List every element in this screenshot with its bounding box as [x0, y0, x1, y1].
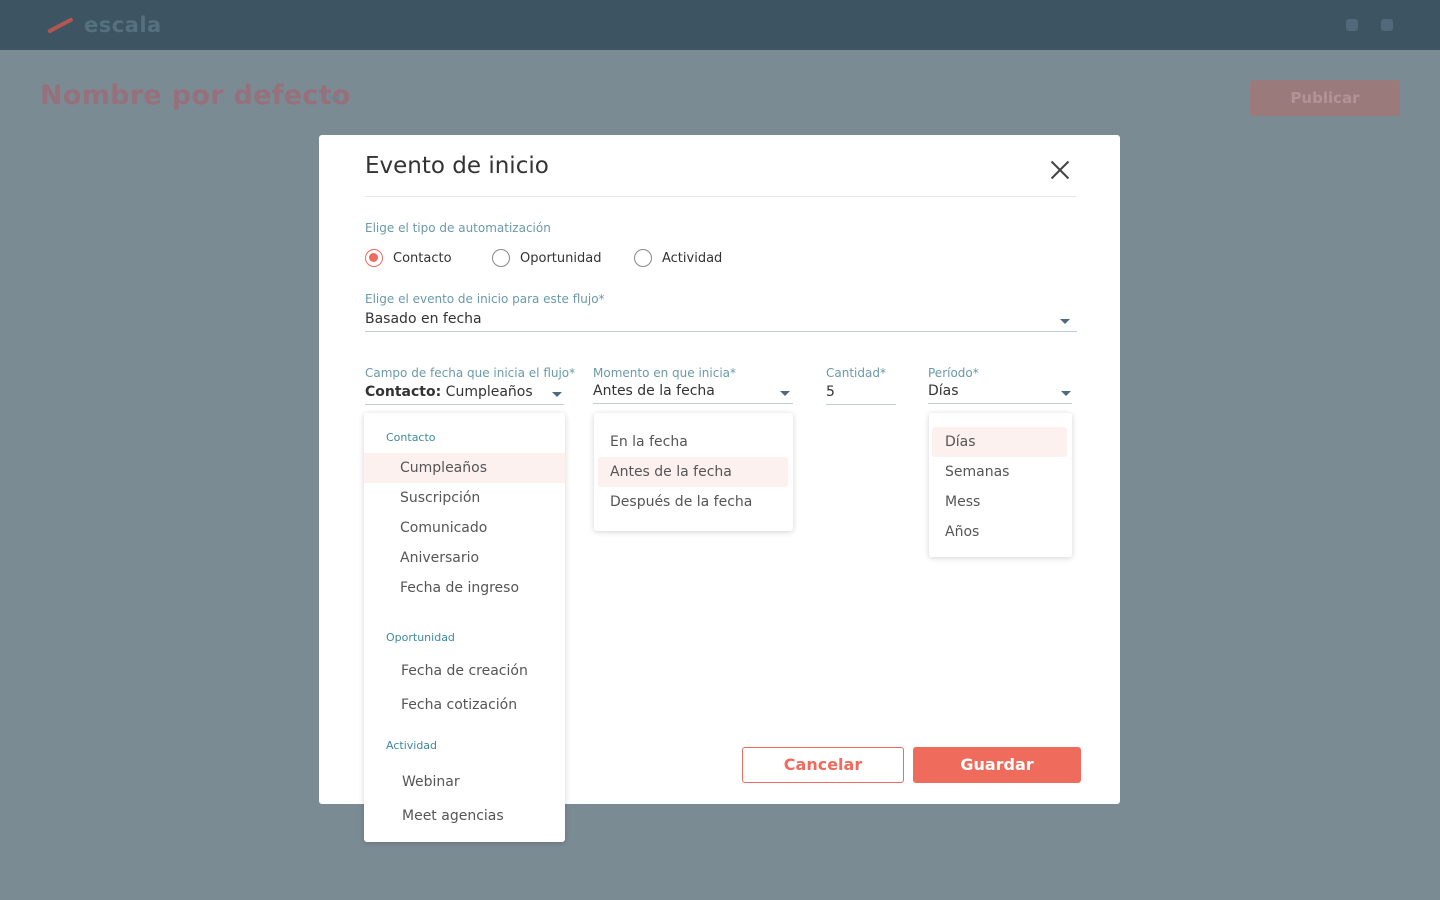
dropdown-item-dias[interactable]: Días: [932, 427, 1067, 457]
caret-down-icon: [1061, 391, 1071, 396]
period-value: Días: [928, 383, 959, 399]
dropdown-group-contacto: Contacto: [386, 431, 436, 444]
radio-unchecked-icon[interactable]: [634, 249, 652, 267]
help-icon[interactable]: [1346, 19, 1358, 31]
caret-down-icon: [780, 391, 790, 396]
logo-text: escala: [84, 13, 162, 37]
start-event-value: Basado en fecha: [365, 311, 482, 327]
moment-select[interactable]: Antes de la fecha: [593, 380, 793, 404]
date-field-dropdown: Contacto Cumpleaños Suscripción Comunica…: [364, 413, 565, 842]
radio-oportunidad[interactable]: Oportunidad: [492, 249, 601, 267]
dropdown-item-en-la-fecha[interactable]: En la fecha: [610, 427, 688, 457]
moment-value: Antes de la fecha: [593, 383, 715, 399]
caret-down-icon: [1060, 319, 1070, 324]
period-label: Período*: [928, 366, 979, 380]
radio-checked-icon[interactable]: [365, 249, 383, 267]
dropdown-item-mess[interactable]: Mess: [945, 487, 980, 517]
dropdown-item-cumpleanos[interactable]: Cumpleaños: [364, 453, 565, 483]
dropdown-item-fecha-ingreso[interactable]: Fecha de ingreso: [400, 573, 519, 603]
dropdown-item-comunicado[interactable]: Comunicado: [400, 513, 487, 543]
moment-label: Momento en que inicia*: [593, 366, 737, 380]
radio-label: Oportunidad: [520, 250, 602, 266]
publish-button[interactable]: Publicar: [1250, 80, 1400, 116]
radio-actividad[interactable]: Actividad: [634, 249, 722, 267]
caret-down-icon: [552, 392, 562, 397]
date-field-value-text: Cumpleaños: [445, 384, 533, 400]
start-event-select[interactable]: Basado en fecha: [365, 308, 1077, 332]
radio-unchecked-icon[interactable]: [492, 249, 510, 267]
top-navigation-bar: escala: [0, 0, 1440, 50]
modal-title: Evento de inicio: [365, 153, 549, 179]
radio-label: Actividad: [662, 250, 723, 266]
save-button[interactable]: Guardar: [913, 747, 1081, 783]
page-title[interactable]: Nombre por defecto: [40, 80, 351, 111]
dropdown-item-despues-de-la-fecha[interactable]: Después de la fecha: [610, 487, 752, 517]
quantity-label: Cantidad*: [826, 366, 886, 380]
logo-icon: [46, 14, 78, 36]
radio-contacto[interactable]: Contacto: [365, 249, 452, 267]
dropdown-item-aniversario[interactable]: Aniversario: [400, 543, 479, 573]
dropdown-item-suscripcion[interactable]: Suscripción: [400, 483, 480, 513]
period-select[interactable]: Días: [928, 380, 1072, 404]
dropdown-group-oportunidad: Oportunidad: [386, 631, 455, 644]
date-field-select[interactable]: Contacto: Cumpleaños: [365, 381, 564, 405]
moment-dropdown: En la fecha Antes de la fecha Después de…: [594, 413, 793, 531]
dropdown-item-meet-agencias[interactable]: Meet agencias: [402, 801, 504, 831]
dropdown-item-webinar[interactable]: Webinar: [402, 767, 460, 797]
automation-type-label: Elige el tipo de automatización: [365, 221, 551, 235]
date-field-value: Contacto: Cumpleaños: [365, 384, 533, 400]
header-divider: [365, 196, 1076, 197]
cancel-button[interactable]: Cancelar: [742, 747, 904, 783]
user-menu-icon[interactable]: [1381, 19, 1393, 31]
start-event-label: Elige el evento de inicio para este fluj…: [365, 292, 605, 306]
app-logo[interactable]: escala: [46, 12, 162, 38]
close-icon[interactable]: [1048, 158, 1072, 182]
dropdown-item-fecha-cotizacion[interactable]: Fecha cotización: [401, 690, 517, 720]
date-field-value-prefix: Contacto:: [365, 384, 442, 400]
dropdown-item-antes-de-la-fecha[interactable]: Antes de la fecha: [598, 457, 788, 487]
quantity-value: 5: [826, 384, 835, 400]
dropdown-group-actividad: Actividad: [386, 739, 438, 752]
dropdown-item-semanas[interactable]: Semanas: [945, 457, 1009, 487]
radio-label: Contacto: [393, 250, 452, 266]
dropdown-item-fecha-creacion[interactable]: Fecha de creación: [401, 656, 528, 686]
dropdown-item-anos[interactable]: Años: [945, 517, 979, 547]
quantity-input[interactable]: 5: [826, 381, 896, 405]
date-field-label: Campo de fecha que inicia el flujo*: [365, 366, 576, 380]
period-dropdown: Días Semanas Mess Años: [929, 413, 1072, 557]
